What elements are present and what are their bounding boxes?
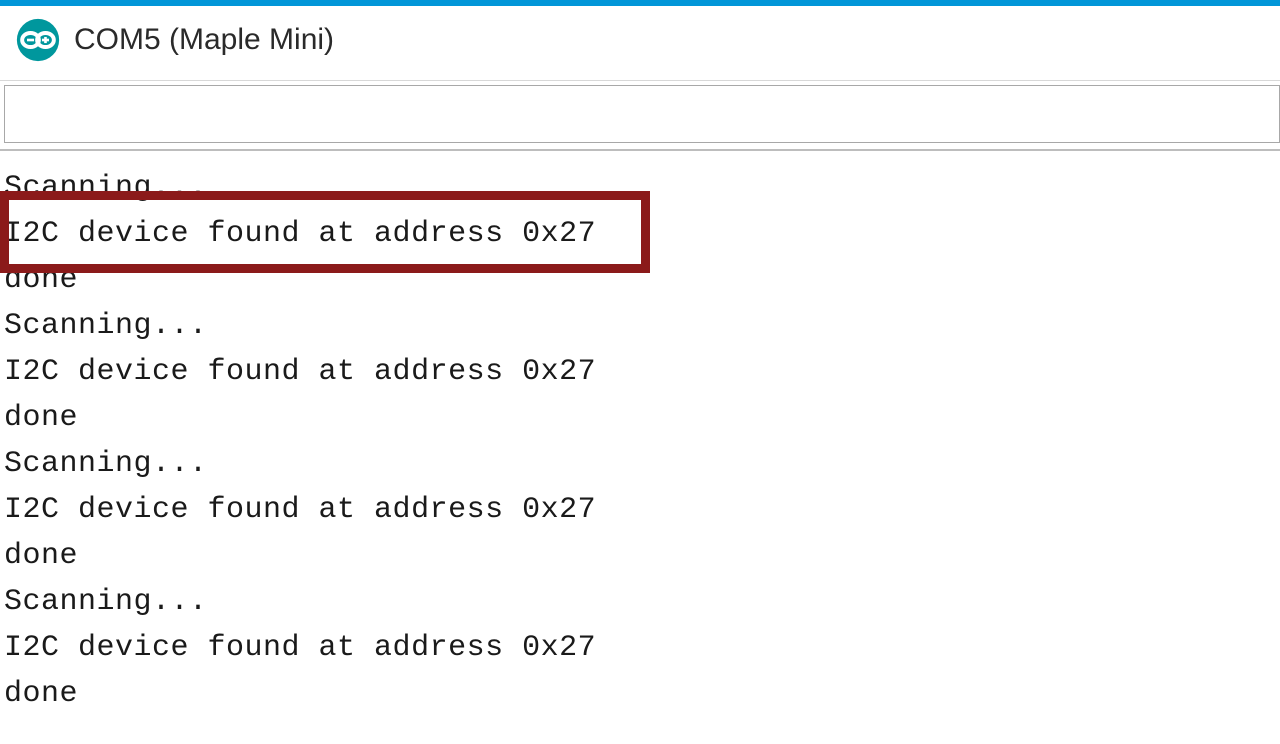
serial-output-line: done [4, 533, 1280, 579]
serial-output-line: done [4, 671, 1280, 717]
serial-output-line: done [4, 257, 1280, 303]
serial-output-line: Scanning... [4, 441, 1280, 487]
serial-output-line: I2C device found at address 0x27 [4, 487, 1280, 533]
arduino-icon [16, 18, 60, 62]
serial-output-line: done [4, 395, 1280, 441]
window-title: COM5 (Maple Mini) [74, 23, 334, 57]
serial-input-area [0, 80, 1280, 151]
serial-output-line: Scanning... [4, 165, 1280, 211]
serial-send-input[interactable] [4, 85, 1280, 143]
serial-output-line: I2C device found at address 0x27 [4, 625, 1280, 671]
serial-output-line: Scanning... [4, 579, 1280, 625]
serial-output-line: I2C device found at address 0x27 [4, 349, 1280, 395]
serial-output-line: I2C device found at address 0x27 [4, 211, 1280, 257]
title-bar: COM5 (Maple Mini) [0, 6, 1280, 80]
serial-output-area: Scanning...I2C device found at address 0… [0, 151, 1280, 717]
serial-output-line: Scanning... [4, 303, 1280, 349]
